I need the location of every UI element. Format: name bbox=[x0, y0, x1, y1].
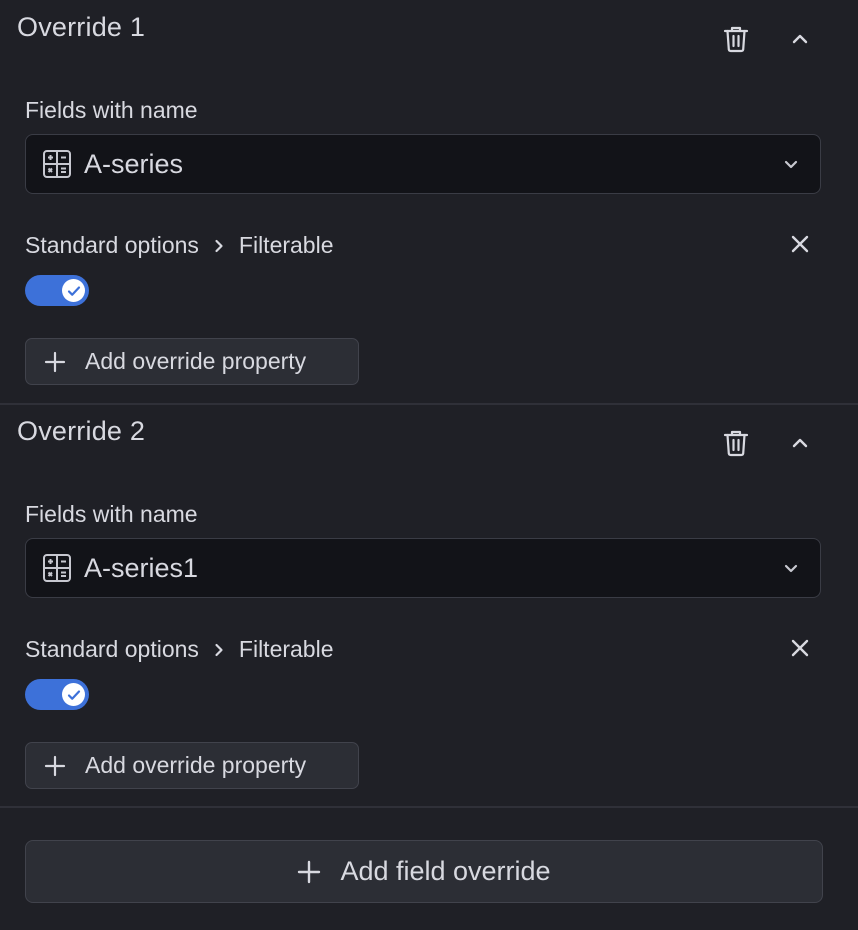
field-overrides-panel: Override 1 Fields with name A-series Sta… bbox=[0, 0, 858, 930]
filterable-toggle[interactable] bbox=[25, 679, 89, 710]
plus-icon bbox=[44, 755, 66, 777]
close-icon bbox=[791, 639, 809, 662]
chevron-up-icon bbox=[791, 32, 809, 50]
chevron-down-icon bbox=[782, 155, 800, 173]
property-path: Standard options Filterable bbox=[25, 636, 334, 663]
add-override-property-label: Add override property bbox=[85, 348, 307, 374]
add-field-override-button[interactable]: Add field override bbox=[25, 840, 823, 903]
field-name-value: A-series1 bbox=[84, 552, 199, 583]
check-icon bbox=[62, 279, 85, 302]
override-title: Override 2 bbox=[17, 416, 146, 446]
chevron-up-icon bbox=[791, 436, 809, 454]
matcher-label: Fields with name bbox=[25, 501, 198, 527]
field-name-select[interactable]: A-series1 bbox=[25, 538, 821, 598]
add-override-property-button[interactable]: Add override property bbox=[25, 338, 359, 385]
property-category: Standard options bbox=[25, 636, 199, 662]
section-divider bbox=[0, 806, 858, 808]
add-override-property-button[interactable]: Add override property bbox=[25, 742, 359, 789]
override-section-2: Override 2 Fields with name A-series1 St… bbox=[0, 404, 858, 808]
collapse-override-button[interactable] bbox=[780, 21, 820, 61]
collapse-override-button[interactable] bbox=[780, 425, 820, 465]
close-icon bbox=[791, 235, 809, 258]
plus-icon bbox=[297, 860, 321, 884]
property-category: Standard options bbox=[25, 232, 199, 258]
calculator-icon bbox=[42, 553, 72, 583]
matcher-label: Fields with name bbox=[25, 97, 198, 123]
remove-property-button[interactable] bbox=[780, 630, 820, 670]
check-icon bbox=[62, 683, 85, 706]
field-name-select[interactable]: A-series bbox=[25, 134, 821, 194]
delete-override-button[interactable] bbox=[716, 21, 756, 61]
calculator-icon bbox=[42, 149, 72, 179]
override-section-1: Override 1 Fields with name A-series Sta… bbox=[0, 0, 858, 404]
field-name-value: A-series bbox=[84, 148, 184, 179]
chevron-down-icon bbox=[782, 559, 800, 577]
remove-property-button[interactable] bbox=[780, 226, 820, 266]
trash-icon bbox=[723, 429, 749, 462]
add-override-property-label: Add override property bbox=[85, 752, 307, 778]
property-name: Filterable bbox=[238, 232, 334, 258]
chevron-right-icon bbox=[213, 642, 225, 658]
chevron-right-icon bbox=[213, 238, 225, 254]
add-field-override-label: Add field override bbox=[340, 856, 551, 886]
plus-icon bbox=[44, 351, 66, 373]
property-path: Standard options Filterable bbox=[25, 232, 334, 259]
trash-icon bbox=[723, 25, 749, 58]
filterable-toggle[interactable] bbox=[25, 275, 89, 306]
property-name: Filterable bbox=[238, 636, 334, 662]
override-title: Override 1 bbox=[17, 12, 146, 42]
delete-override-button[interactable] bbox=[716, 425, 756, 465]
